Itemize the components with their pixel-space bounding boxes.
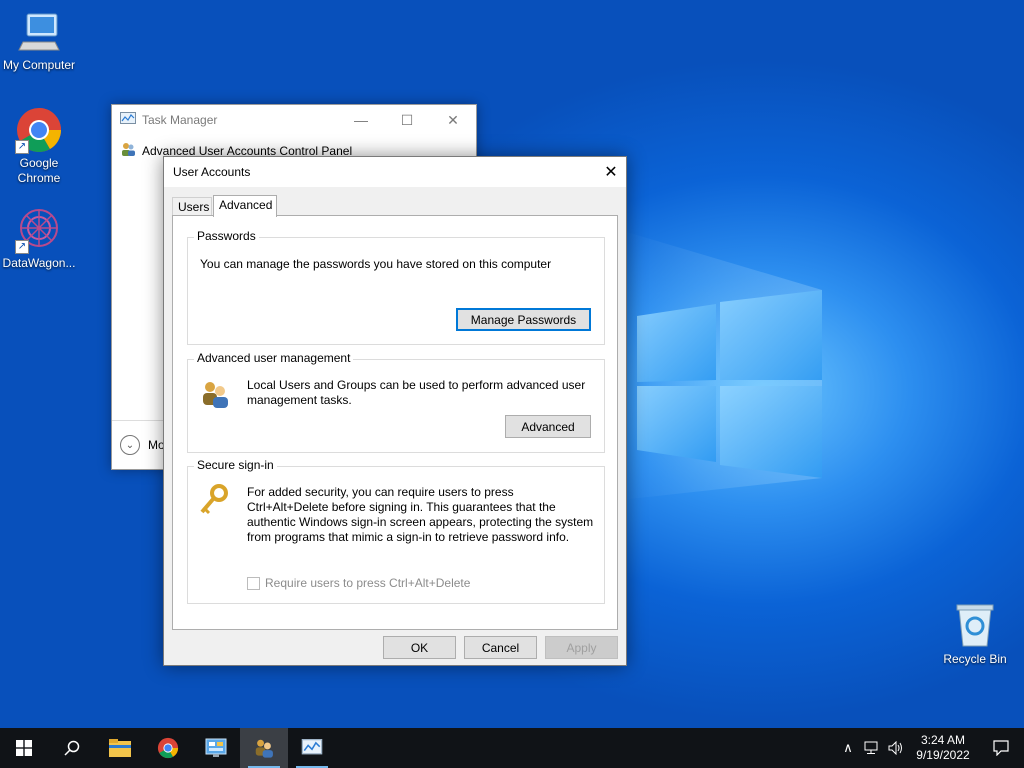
advanced-tab-page: Passwords You can manage the passwords y… [172,215,618,630]
key-icon [197,483,231,520]
user-accounts-icon [255,739,273,758]
network-button[interactable] [860,728,884,768]
desktop-icon-label: DataWagon... [2,256,76,270]
passwords-description: You can manage the passwords you have st… [200,257,552,271]
taskbar-user-accounts[interactable] [240,728,288,768]
tab-users[interactable]: Users [172,197,212,216]
taskbar-chrome[interactable] [144,728,192,768]
computer-icon [15,8,63,56]
maximize-button[interactable]: ☐ [384,105,430,135]
recycle-bin-icon [951,602,999,650]
advanced-button[interactable]: Advanced [505,415,591,438]
desktop-icon-my-computer[interactable]: My Computer [0,8,78,73]
task-manager-icon [120,111,136,129]
control-panel-icon [205,738,227,757]
minimize-icon: — [354,112,368,128]
ok-button[interactable]: OK [383,636,456,659]
desktop-icon-label: My Computer [2,58,76,72]
file-explorer-icon [109,739,131,757]
shortcut-arrow-icon: ↗ [15,140,29,154]
start-icon [16,740,32,756]
require-ctrl-alt-delete-label: Require users to press Ctrl+Alt+Delete [265,576,471,590]
apply-button[interactable]: Apply [545,636,618,659]
task-manager-titlebar[interactable]: Task Manager — ☐ ✕ [112,105,476,135]
desktop-icon-datawagon[interactable]: ↗ DataWagon... [0,206,78,271]
clock-date: 9/19/2022 [916,748,970,762]
close-icon: ✕ [604,164,618,181]
tab-advanced[interactable]: Advanced [213,195,277,217]
system-tray: ∧ 3:24 AM 9/19/2022 [836,728,1024,768]
secure-signin-legend: Secure sign-in [194,458,277,472]
show-hidden-icons-button[interactable]: ∧ [836,728,860,768]
search-icon [64,740,80,756]
desktop-icon-label: Google Chrome [17,156,61,185]
start-button[interactable] [0,728,48,768]
user-accounts-dialog: User Accounts ✕ Users Advanced Passwords… [163,156,627,666]
shortcut-arrow-icon: ↗ [15,240,29,254]
secure-signin-description: For added security, you can require user… [247,485,594,544]
desktop-icon-google-chrome[interactable]: ↗ Google Chrome [0,106,78,186]
checkbox-box[interactable] [247,576,260,590]
dialog-title: User Accounts [173,165,251,179]
datawagon-icon: ↗ [15,206,63,254]
speaker-icon [888,741,902,755]
maximize-icon: ☐ [400,111,414,128]
desktop-icon-label: Recycle Bin [943,652,1007,666]
cancel-button[interactable]: Cancel [464,636,537,659]
require-ctrl-alt-delete-checkbox[interactable]: Require users to press Ctrl+Alt+Delete [247,576,470,590]
advanced-user-management-group: Advanced user management Local Users and… [187,351,605,453]
taskbar-clock[interactable]: 3:24 AM 9/19/2022 [908,733,978,763]
dialog-close-button[interactable]: ✕ [596,157,626,187]
taskbar: ∧ 3:24 AM 9/19/2022 [0,728,1024,768]
advanced-user-management-legend: Advanced user management [194,351,354,365]
taskbar-file-explorer[interactable] [96,728,144,768]
minimize-button[interactable]: — [338,105,384,135]
clock-time: 3:24 AM [920,733,966,747]
action-center-button[interactable] [978,728,1024,768]
chevron-up-icon: ∧ [843,740,853,755]
network-icon [864,741,878,754]
taskbar-task-manager[interactable] [288,728,336,768]
chevron-down-icon: ⌄ [125,439,135,451]
task-manager-icon [301,739,323,755]
manage-passwords-button[interactable]: Manage Passwords [456,308,591,331]
notification-icon [993,740,1009,756]
chrome-icon [157,737,179,759]
close-icon: ✕ [447,111,459,128]
taskbar-control-panel[interactable] [192,728,240,768]
close-button[interactable]: ✕ [430,105,476,135]
user-accounts-titlebar[interactable]: User Accounts ✕ [164,157,626,187]
search-button[interactable] [48,728,96,768]
desktop-icon-recycle-bin[interactable]: Recycle Bin [936,602,1014,667]
user-accounts-icon [120,141,136,160]
task-manager-title: Task Manager [142,113,218,127]
passwords-legend: Passwords [194,229,259,243]
advanced-user-management-description: Local Users and Groups can be used to pe… [247,378,586,407]
users-group-icon [199,378,231,413]
volume-button[interactable] [884,728,908,768]
secure-signin-group: Secure sign-in For added security, you c… [187,458,605,604]
chrome-icon: ↗ [15,106,63,154]
passwords-group: Passwords You can manage the passwords y… [187,229,605,345]
more-details-button[interactable]: ⌄ [120,435,140,455]
